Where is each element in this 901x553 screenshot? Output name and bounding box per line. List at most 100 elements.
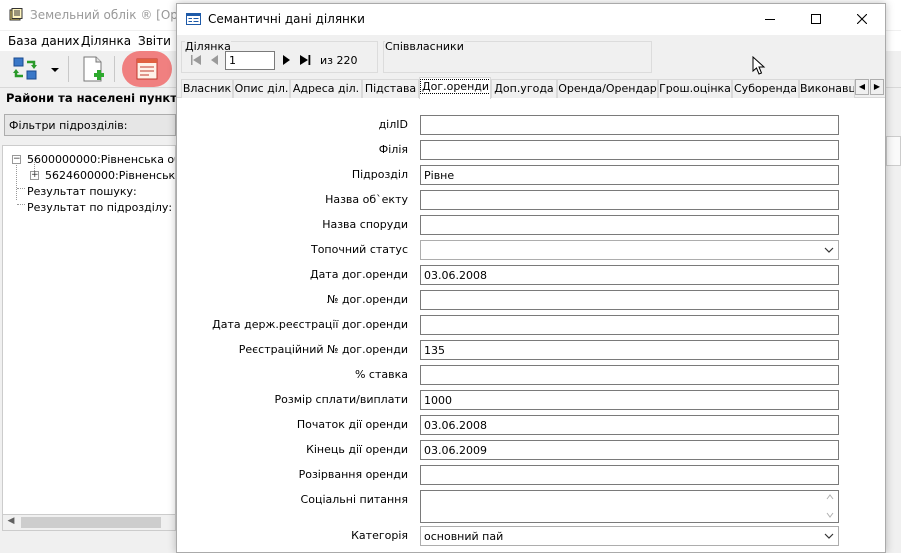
refresh-button[interactable] [10,54,42,84]
lease-end-field[interactable]: 03.06.2009 [420,440,839,460]
right-panel-edge [886,88,901,553]
menu-reports[interactable]: Звіти [138,34,171,48]
lease-termination-field[interactable] [420,465,839,485]
scroll-down-icon[interactable] [826,512,834,518]
tree-node-district[interactable]: 5624600000:Рівненський район [45,169,175,182]
close-icon [856,13,868,25]
tab-scroll-right-button[interactable]: ▶ [870,79,884,95]
add-document-icon [83,56,104,82]
prev-record-button[interactable] [208,53,222,67]
maximize-button[interactable] [793,4,839,35]
tab-label: Виконавці [800,82,855,95]
first-record-icon [191,55,201,65]
co-owners-group-label: Співвласники [385,40,464,53]
tree-collapse-icon[interactable]: − [12,155,21,164]
tab-scroll-left-button[interactable]: ◀ [855,79,869,95]
form-window-icon [186,13,201,25]
tab-lease-tenant[interactable]: Оренда/Орендар [557,79,658,98]
tab-parcel-description[interactable]: Опис діл. [233,79,290,98]
unit-filter-box[interactable]: Фільтри підрозділів: [4,114,176,136]
record-number-input[interactable] [225,51,275,70]
co-owners-group: Співвласники [383,40,652,73]
scroll-left-icon[interactable]: ◀ [4,516,18,529]
branch-field[interactable] [420,140,839,160]
right-panel-scrollbar[interactable] [887,178,901,508]
lease-number-field[interactable] [420,290,839,310]
category-select[interactable]: основний пай [420,526,839,546]
tab-scroll-right-icon: ▶ [873,82,881,91]
record-total-label: из 220 [320,54,358,67]
scroll-up-icon[interactable] [826,494,834,500]
tab-basis[interactable]: Підстава [362,79,419,98]
minimize-button[interactable] [747,4,793,35]
label-lease-date: Дата дог.оренди [309,268,408,281]
label-object-name: Назва об`екту [325,193,408,206]
tree-connector [17,204,25,205]
object-name-field[interactable] [420,190,839,210]
label-lease-start: Початок дії оренди [296,418,408,431]
tab-parcel-address[interactable]: Адреса діл. [290,79,362,98]
right-panel-button[interactable] [886,136,901,166]
tree-node-unit-result[interactable]: Результат по підрозділу: [27,201,172,214]
tab-sublease[interactable]: Суборенда [732,79,799,98]
dropdown-arrow-icon [51,68,59,72]
dialog-header-panel: Ділянка из 220 Співвласники [177,35,885,77]
tab-scroll-left-icon: ◀ [858,82,866,91]
registration-number-field[interactable]: 135 [420,340,839,360]
tree-connector [16,160,17,200]
semantic-data-button[interactable] [122,51,172,87]
social-issues-textarea[interactable] [420,490,839,523]
tab-lease-agreement[interactable]: Дог.оренди [419,77,491,99]
label-parcel-id: ділID [378,118,408,131]
menu-database[interactable]: База даних [8,34,80,48]
parcel-group-label: Ділянка [185,40,231,53]
menu-parcel[interactable]: Ділянка [81,34,131,48]
registration-date-field[interactable] [420,315,839,335]
semantic-data-dialog: Семантичні дані ділянки Ділянка из 220 [176,3,886,553]
dialog-title: Семантичні дані ділянки [208,12,365,26]
payment-amount-field[interactable]: 1000 [420,390,839,410]
tab-label: Дог.оренди [420,79,490,94]
toolbar-separator [114,56,115,82]
tab-label: Суборенда [734,82,797,95]
left-panel: Райони та населені пункти Фільтри підроз… [0,88,185,553]
tree-connector [17,188,25,189]
refresh-dropdown-button[interactable] [48,54,62,84]
label-branch: Філія [378,143,408,156]
label-rate-percent: % ставка [354,368,408,381]
tree-horizontal-scrollbar[interactable]: ◀ [2,514,176,531]
last-record-button[interactable] [298,53,312,67]
label-lease-end: Кінець дії оренди [306,443,408,456]
unit-filter-label: Фільтри підрозділів: [9,119,128,132]
structure-name-field[interactable] [420,215,839,235]
tab-monetary-valuation[interactable]: Грош.оцінка [658,79,732,98]
tab-label: Оренда/Орендар [558,82,657,95]
rate-percent-field[interactable] [420,365,839,385]
tab-executors[interactable]: Виконавці [799,79,855,98]
unit-field[interactable]: Рівне [420,165,839,185]
add-record-button[interactable] [78,54,108,84]
label-category: Категорія [351,529,408,542]
status-select[interactable] [420,240,839,260]
tab-owner[interactable]: Власник [181,79,233,98]
prev-record-icon [211,55,218,65]
next-record-button[interactable] [279,53,293,67]
app-icon [9,8,23,21]
close-button[interactable] [839,4,885,35]
districts-panel-header: Райони та населені пункти [6,91,185,105]
parcel-id-field[interactable] [420,115,839,135]
districts-tree[interactable]: − 5600000000:Рівненська область + 562460… [2,145,176,515]
scroll-thumb[interactable] [21,517,161,528]
tree-node-region[interactable]: 5600000000:Рівненська область [27,153,175,166]
first-record-button[interactable] [189,53,203,67]
toolbar-separator [68,56,69,82]
label-social-issues: Соціальні питання [300,493,408,506]
textarea-scrollbar[interactable] [822,491,838,522]
tab-supplementary-agreement[interactable]: Доп.угода [491,79,557,98]
tree-expand-icon[interactable]: + [30,171,39,180]
minimize-icon [765,19,775,20]
lease-date-field[interactable]: 03.06.2008 [420,265,839,285]
tree-node-search-result[interactable]: Результат пошуку: [27,185,137,198]
next-record-icon [283,55,290,65]
lease-start-field[interactable]: 03.06.2008 [420,415,839,435]
